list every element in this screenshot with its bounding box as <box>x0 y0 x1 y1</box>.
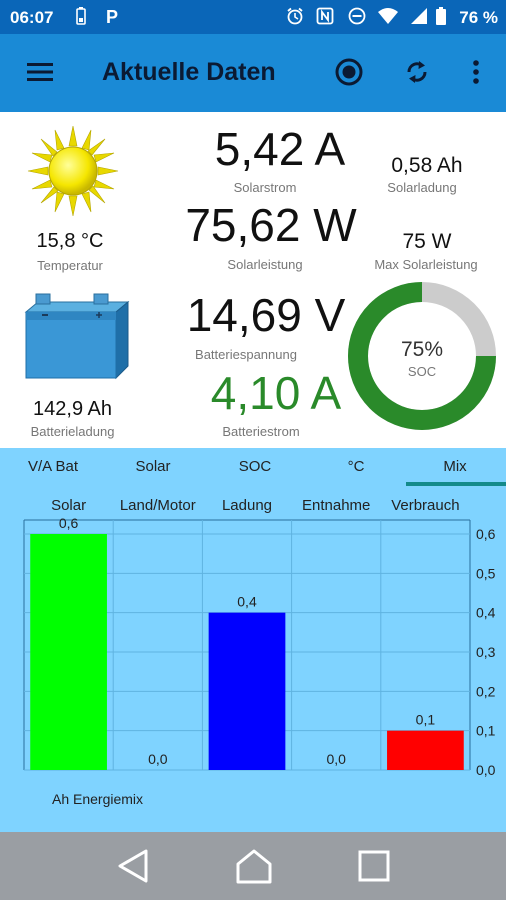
battery-image-icon <box>16 290 132 382</box>
battery-percent: 76 % <box>459 8 498 27</box>
chart-bar <box>30 534 107 770</box>
recents-button[interactable] <box>352 846 396 886</box>
page-title: Aktuelle Daten <box>102 58 276 86</box>
chart-category-label: Entnahme <box>302 497 370 514</box>
chart-category-label: Ladung <box>222 497 272 514</box>
chart-value-label: 0,4 <box>237 594 257 610</box>
parking-app-icon: P <box>106 7 119 27</box>
home-button[interactable] <box>232 846 276 886</box>
chart-ytick-label: 0,2 <box>476 683 496 699</box>
battery-icon <box>436 7 446 31</box>
chart-value-label: 0,0 <box>148 751 168 767</box>
overflow-menu-button[interactable] <box>456 54 496 94</box>
menu-button[interactable] <box>20 54 60 94</box>
battery-saver-icon <box>76 7 86 31</box>
chart-ytick-label: 0,6 <box>476 526 496 542</box>
chart-bar <box>208 612 286 770</box>
temperature-value: 15,8 °C <box>36 230 104 252</box>
soc-label: SOC <box>407 364 437 379</box>
recents-icon <box>352 850 396 890</box>
refresh-icon <box>403 58 431 91</box>
refresh-button[interactable] <box>397 54 437 94</box>
solar-current-value: 5,42 A <box>214 123 346 175</box>
battery-charge-label: Batterieladung <box>30 424 115 439</box>
max-solar-power-label: Max Solarleistung <box>374 257 478 272</box>
nfc-icon <box>316 7 334 31</box>
chart-legend-label: Ah Energiemix <box>52 791 143 807</box>
home-icon <box>232 849 276 890</box>
chart-ytick-label: 0,3 <box>476 644 496 660</box>
app-bar: Aktuelle Daten <box>0 34 506 112</box>
chart-tabs: V/A Bat Solar SOC °C Mix <box>0 448 506 486</box>
tab-temperature[interactable]: °C <box>326 458 386 475</box>
tab-solar[interactable]: Solar <box>118 458 188 475</box>
battery-charge-value: 142,9 Ah <box>33 398 112 420</box>
back-icon <box>112 849 156 890</box>
signal-icon <box>410 7 428 31</box>
battery-current-value: 4,10 A <box>210 367 342 419</box>
status-bar: 06:07 P 76 % <box>0 0 506 34</box>
max-solar-power-value: 75 W <box>402 230 452 253</box>
back-button[interactable] <box>112 846 156 886</box>
energy-mix-chart: 0,6 0,5 0,4 0,3 0,2 0,1 0,0 Solar Land/Motor Ladu… <box>23 497 496 807</box>
chart-ytick-label: 0,4 <box>476 605 496 621</box>
soc-gauge: 75% SOC <box>346 280 498 432</box>
soc-value: 75% <box>400 338 444 361</box>
solar-current-label: Solarstrom <box>233 180 297 195</box>
alarm-icon <box>286 7 304 31</box>
sun-icon <box>26 124 120 218</box>
chart-bar <box>387 730 464 770</box>
energy-mix-chart-area: 0,6 0,5 0,4 0,3 0,2 0,1 0,0 Solar Land/Motor Ladu… <box>0 486 506 832</box>
overflow-menu-icon <box>472 59 480 90</box>
chart-category-label: Verbrauch <box>391 497 459 514</box>
battery-current-label: Batteriestrom <box>222 424 300 439</box>
solar-charge-label: Solarladung <box>387 180 457 195</box>
record-icon <box>334 57 364 92</box>
chart-ytick-label: 0,0 <box>476 762 496 778</box>
battery-voltage-label: Batteriespannung <box>195 347 297 362</box>
chart-value-label: 0,0 <box>326 751 346 767</box>
battery-voltage-value: 14,69 V <box>186 289 346 341</box>
chart-category-label: Solar <box>51 497 86 514</box>
chart-category-label: Land/Motor <box>120 497 196 514</box>
solar-charge-value: 0,58 Ah <box>391 154 463 177</box>
record-button[interactable] <box>329 54 369 94</box>
navigation-bar <box>0 832 506 900</box>
solar-power-value: 75,62 W <box>185 199 357 251</box>
readings-panel: 15,8 °C Temperatur 5,42 A Solarstrom 0,5… <box>0 112 506 448</box>
tab-mix[interactable]: Mix <box>420 458 490 475</box>
tab-va-bat[interactable]: V/A Bat <box>8 458 98 475</box>
do-not-disturb-icon <box>348 7 366 31</box>
hamburger-menu-icon <box>26 62 54 87</box>
chart-ytick-label: 0,5 <box>476 565 496 581</box>
chart-value-label: 0,6 <box>59 515 79 531</box>
wifi-icon <box>378 7 398 31</box>
status-time: 06:07 <box>10 8 54 27</box>
tab-soc[interactable]: SOC <box>220 458 290 475</box>
chart-value-label: 0,1 <box>416 712 436 728</box>
solar-power-label: Solarleistung <box>227 257 303 272</box>
chart-ytick-label: 0,1 <box>476 723 496 739</box>
temperature-label: Temperatur <box>37 258 103 273</box>
